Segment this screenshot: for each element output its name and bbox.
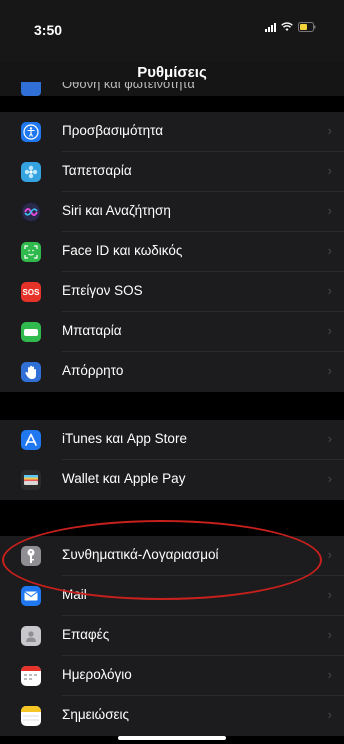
row-label: Προσβασιμότητα — [62, 123, 164, 138]
wifi-icon — [281, 22, 293, 31]
clipped-row-display[interactable]: Οθόνη και φωτεινότητα — [0, 82, 344, 96]
settings-row-passwords[interactable]: Συνθηματικά-Λογαριασμοί › — [0, 536, 344, 576]
notes-icon — [21, 706, 41, 726]
settings-row-faceid[interactable]: Face ID και κωδικός › — [0, 232, 344, 272]
signal-icon — [265, 22, 276, 32]
contacts-icon — [21, 626, 41, 646]
wallet-icon — [21, 470, 41, 490]
settings-row-accessibility[interactable]: Προσβασιμότητα › — [0, 112, 344, 152]
status-time: 3:50 — [34, 22, 63, 38]
accessibility-icon — [21, 122, 41, 142]
settings-group-1: Προσβασιμότητα › Ταπετσαρία › Siri και Α… — [0, 112, 344, 392]
display-icon — [21, 82, 41, 96]
status-bar: 3:50 — [0, 0, 344, 62]
status-icons — [265, 22, 316, 32]
siri-icon — [21, 202, 41, 222]
clipped-row-label: Οθόνη και φωτεινότητα — [62, 82, 195, 91]
settings-row-appstore[interactable]: iTunes και App Store › — [0, 420, 344, 460]
settings-row-contacts[interactable]: Επαφές › — [0, 616, 344, 656]
settings-row-mail[interactable]: Mail › — [0, 576, 344, 616]
chevron-right-icon: › — [327, 323, 332, 338]
mail-icon — [21, 586, 41, 606]
privacy-hand-icon — [21, 362, 41, 382]
settings-group-2: iTunes και App Store › Wallet και Apple … — [0, 420, 344, 500]
chevron-right-icon: › — [327, 707, 332, 722]
settings-row-wallet[interactable]: Wallet και Apple Pay › — [0, 460, 344, 500]
chevron-right-icon: › — [327, 243, 332, 258]
faceid-icon — [21, 242, 41, 262]
home-indicator[interactable] — [118, 736, 226, 740]
row-label: iTunes και App Store — [62, 431, 187, 446]
chevron-right-icon: › — [327, 203, 332, 218]
sos-icon: SOS — [21, 282, 41, 302]
row-label: Ημερολόγιο — [62, 667, 132, 682]
calendar-icon — [21, 666, 41, 686]
settings-row-wallpaper[interactable]: Ταπετσαρία › — [0, 152, 344, 192]
row-label: Mail — [62, 587, 87, 602]
row-label: Ταπετσαρία — [62, 163, 132, 178]
chevron-right-icon: › — [327, 363, 332, 378]
row-label: Wallet και Apple Pay — [62, 471, 186, 486]
battery-settings-icon — [21, 322, 41, 342]
passwords-key-icon — [21, 546, 41, 566]
settings-row-battery[interactable]: Μπαταρία › — [0, 312, 344, 352]
settings-group-3: Συνθηματικά-Λογαριασμοί › Mail › Επαφές … — [0, 536, 344, 736]
settings-row-siri[interactable]: Siri και Αναζήτηση › — [0, 192, 344, 232]
chevron-right-icon: › — [327, 667, 332, 682]
row-label: Σημειώσεις — [62, 707, 130, 722]
row-label: Μπαταρία — [62, 323, 122, 338]
chevron-right-icon: › — [327, 283, 332, 298]
chevron-right-icon: › — [327, 547, 332, 562]
settings-row-notes[interactable]: Σημειώσεις › — [0, 696, 344, 736]
settings-row-sos[interactable]: SOS Επείγον SOS › — [0, 272, 344, 312]
settings-row-privacy[interactable]: Απόρρητο › — [0, 352, 344, 392]
battery-icon — [298, 22, 316, 32]
settings-row-calendar[interactable]: Ημερολόγιο › — [0, 656, 344, 696]
chevron-right-icon: › — [327, 163, 332, 178]
row-label: Επείγον SOS — [62, 283, 143, 298]
chevron-right-icon: › — [327, 123, 332, 138]
row-label: Επαφές — [62, 627, 110, 642]
appstore-icon — [21, 430, 41, 450]
row-label: Siri και Αναζήτηση — [62, 203, 171, 218]
chevron-right-icon: › — [327, 471, 332, 486]
chevron-right-icon: › — [327, 431, 332, 446]
row-label: Face ID και κωδικός — [62, 243, 183, 258]
row-label: Απόρρητο — [62, 363, 124, 378]
chevron-right-icon: › — [327, 587, 332, 602]
chevron-right-icon: › — [327, 627, 332, 642]
wallpaper-icon — [21, 162, 41, 182]
page-title: Ρυθμίσεις — [137, 64, 207, 81]
row-label: Συνθηματικά-Λογαριασμοί — [62, 547, 219, 562]
